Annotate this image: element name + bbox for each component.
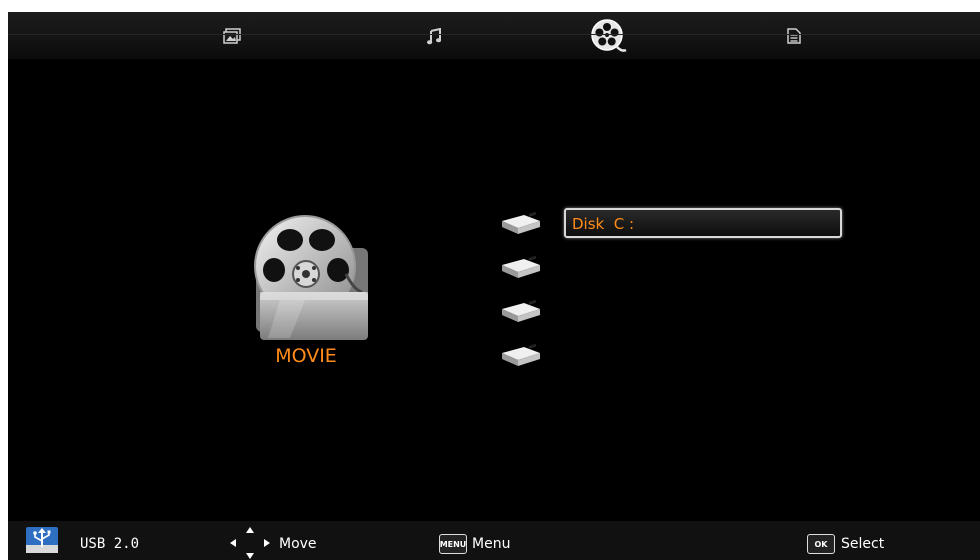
- select-hint: Select: [841, 536, 885, 552]
- hard-drive-icon: [502, 256, 540, 278]
- menu-hint: Menu: [472, 536, 511, 552]
- hard-drive-icon: [502, 212, 540, 234]
- photo-icon: [223, 28, 241, 44]
- disk-item-2[interactable]: [498, 252, 858, 288]
- ok-key-icon: OK: [807, 534, 835, 554]
- hard-drive-icon: [502, 344, 540, 366]
- disk-item-1[interactable]: Disk C :: [498, 208, 858, 244]
- film-reel-icon: [591, 19, 627, 52]
- category-title: MOVIE: [275, 345, 337, 367]
- move-hint: Move: [279, 536, 317, 552]
- help-bar: USB 2.0 Move MENU Menu OK Select: [8, 521, 980, 560]
- disk-label: Disk C :: [572, 215, 635, 233]
- disk-selection-field[interactable]: Disk C :: [564, 208, 842, 238]
- navigation-arrows-icon: [230, 527, 270, 559]
- media-player-screen: MOVIE Disk C : USB 2.0 Move MENU Menu OK…: [8, 12, 980, 560]
- document-icon: [787, 28, 801, 44]
- category-tab-bar: [8, 12, 980, 59]
- tab-music[interactable]: [414, 18, 454, 54]
- menu-key-icon: MENU: [439, 534, 467, 554]
- tab-text[interactable]: [774, 18, 814, 54]
- disk-item-4[interactable]: [498, 340, 858, 376]
- disk-item-3[interactable]: [498, 296, 858, 332]
- tab-photo[interactable]: [212, 18, 252, 54]
- usb-icon: [26, 527, 58, 553]
- movie-folder-icon: [254, 215, 368, 340]
- usb-label: USB 2.0: [80, 536, 140, 552]
- hard-drive-icon: [502, 300, 540, 322]
- tab-movie[interactable]: [584, 14, 632, 58]
- music-note-icon: [427, 27, 441, 44]
